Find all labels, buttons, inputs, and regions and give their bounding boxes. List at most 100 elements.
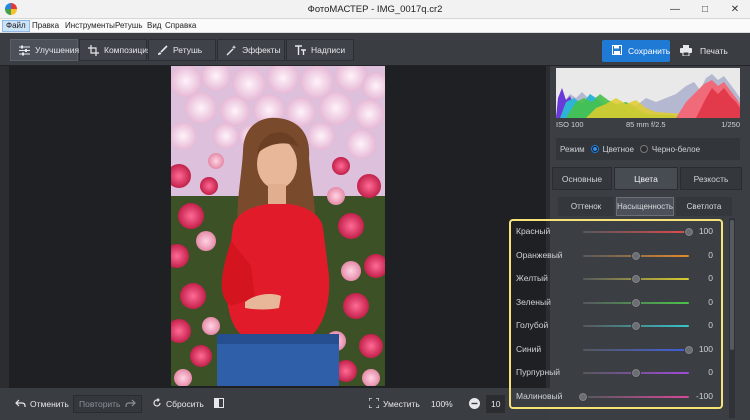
slider-value: 100	[698, 226, 713, 236]
fit-button[interactable]: Уместить	[364, 395, 425, 413]
tab-composition[interactable]: Композиция	[79, 39, 152, 61]
undo-button[interactable]: Отменить	[10, 395, 74, 413]
menu-file[interactable]: Файл	[2, 20, 30, 32]
radio-bw[interactable]	[639, 145, 648, 153]
menu-help[interactable]: Справка	[162, 20, 199, 32]
compare-icon	[214, 398, 224, 410]
brush-icon	[157, 44, 168, 56]
menu-retouch[interactable]: Ретушь	[112, 20, 146, 32]
subtab-colors[interactable]: Цвета	[614, 167, 678, 190]
tab-label: Улучшения	[35, 45, 80, 55]
radio-color[interactable]	[590, 145, 599, 153]
save-button[interactable]: Сохранить	[602, 40, 670, 62]
compare-button[interactable]	[209, 395, 229, 413]
slider-row-orange: Оранжевый 0	[511, 247, 721, 263]
slider-label: Зеленый	[516, 296, 551, 307]
slider-track[interactable]	[583, 348, 689, 351]
lens-value: 85 mm f/2.5	[626, 120, 666, 129]
zoom-level: 100%	[431, 399, 453, 409]
slider-value: 0	[708, 249, 713, 260]
slider-handle[interactable]	[631, 368, 641, 378]
slider-row-green: Зеленый 0	[511, 294, 721, 310]
slider-row-cyan: Голубой 0	[511, 317, 721, 333]
saturation-sliders: Красный 100 Оранжевый 0 Желтый 0 Зеленый…	[509, 219, 723, 409]
slider-row-purple: Пурпурный 0	[511, 364, 721, 380]
tab-saturation[interactable]: Насыщенность	[616, 197, 674, 216]
tab-lightness[interactable]: Светлота	[676, 197, 732, 216]
minimize-icon[interactable]: —	[660, 0, 690, 19]
tab-label: Надписи	[311, 45, 346, 55]
slider-handle[interactable]	[684, 344, 694, 355]
slider-handle[interactable]	[684, 227, 694, 237]
close-icon[interactable]: ✕	[720, 0, 750, 19]
slider-label: Красный	[516, 226, 551, 236]
zoom-out-button[interactable]	[464, 395, 485, 413]
tab-retouch[interactable]: Ретушь	[148, 39, 216, 61]
slider-value: -100	[695, 390, 713, 401]
slider-track[interactable]	[583, 231, 689, 233]
mode-label: Режим	[560, 144, 585, 154]
undo-label: Отменить	[30, 399, 69, 409]
slider-row-red: Красный 100	[511, 223, 721, 239]
save-label: Сохранить	[628, 46, 671, 56]
sliders-icon	[19, 45, 30, 56]
scrollbar-thumb[interactable]	[730, 220, 734, 350]
crop-icon	[88, 44, 99, 56]
slider-value: 0	[708, 320, 713, 330]
printer-icon	[680, 44, 692, 58]
tab-label: Ретушь	[173, 45, 203, 55]
slider-row-yellow: Желтый 0	[511, 270, 721, 286]
print-button[interactable]: Печать	[676, 40, 738, 62]
subtab-basic[interactable]: Основные	[552, 167, 612, 190]
zoom-field[interactable]: 10	[486, 395, 506, 413]
reset-button[interactable]: Сбросить	[147, 395, 209, 413]
photo-preview[interactable]	[171, 66, 385, 386]
slider-value: 100	[698, 343, 713, 354]
slider-label: Оранжевый	[516, 249, 563, 260]
redo-label: Повторить	[79, 399, 121, 409]
menu-bar: Файл Правка Инструменты Ретушь Вид Справ…	[0, 19, 750, 33]
slider-handle[interactable]	[631, 297, 641, 308]
magic-wand-icon	[226, 44, 237, 56]
slider-label: Малиновый	[516, 390, 563, 401]
menu-tools[interactable]: Инструменты	[62, 20, 118, 32]
reset-label: Сбросить	[166, 399, 204, 409]
slider-handle[interactable]	[631, 250, 641, 261]
tab-label: Эффекты	[242, 45, 281, 55]
slider-label: Желтый	[516, 273, 548, 283]
slider-label: Пурпурный	[516, 367, 561, 377]
slider-handle[interactable]	[631, 274, 641, 284]
iso-value: ISO 100	[556, 120, 584, 129]
maximize-icon[interactable]: □	[690, 0, 720, 19]
tab-hue[interactable]: Оттенок	[558, 197, 614, 216]
exif-info: ISO 100 85 mm f/2.5 1/250	[556, 119, 740, 131]
slider-handle[interactable]	[578, 391, 588, 402]
tab-effects[interactable]: Эффекты	[217, 39, 285, 61]
tab-enhancements[interactable]: Улучшения	[10, 39, 80, 61]
tab-captions[interactable]: Надписи	[286, 39, 354, 61]
subtab-sharpness[interactable]: Резкость	[680, 167, 742, 190]
slider-row-magenta: Малиновый -100	[511, 388, 721, 404]
slider-handle[interactable]	[631, 321, 641, 331]
slider-track[interactable]	[583, 395, 689, 398]
slider-value: 0	[708, 367, 713, 377]
slider-value: 0	[708, 273, 713, 283]
print-label: Печать	[700, 46, 728, 56]
panel-scrollbar[interactable]	[729, 218, 735, 418]
slider-label: Синий	[516, 343, 542, 354]
redo-icon	[124, 399, 136, 410]
window-title: ФотоМАСТЕР - IMG_0017q.cr2	[307, 4, 443, 15]
mode-bw-label[interactable]: Черно-белое	[652, 145, 700, 154]
undo-icon	[15, 399, 26, 410]
menu-edit[interactable]: Правка	[29, 20, 62, 32]
mode-color-label[interactable]: Цветное	[603, 145, 634, 154]
slider-value: 0	[708, 296, 713, 307]
mode-selector: Режим Цветное Черно-белое	[556, 138, 740, 160]
subtabs: Основные Цвета Резкость	[550, 167, 750, 190]
fit-label: Уместить	[383, 399, 420, 409]
title-bar: ФотоМАСТЕР - IMG_0017q.cr2 — □ ✕	[0, 0, 750, 19]
reset-icon	[152, 398, 162, 410]
bottom-toolbar: Отменить Повторить Сбросить Уместить 100…	[0, 388, 550, 420]
slider-label: Голубой	[516, 320, 549, 330]
redo-button[interactable]: Повторить	[73, 395, 142, 413]
